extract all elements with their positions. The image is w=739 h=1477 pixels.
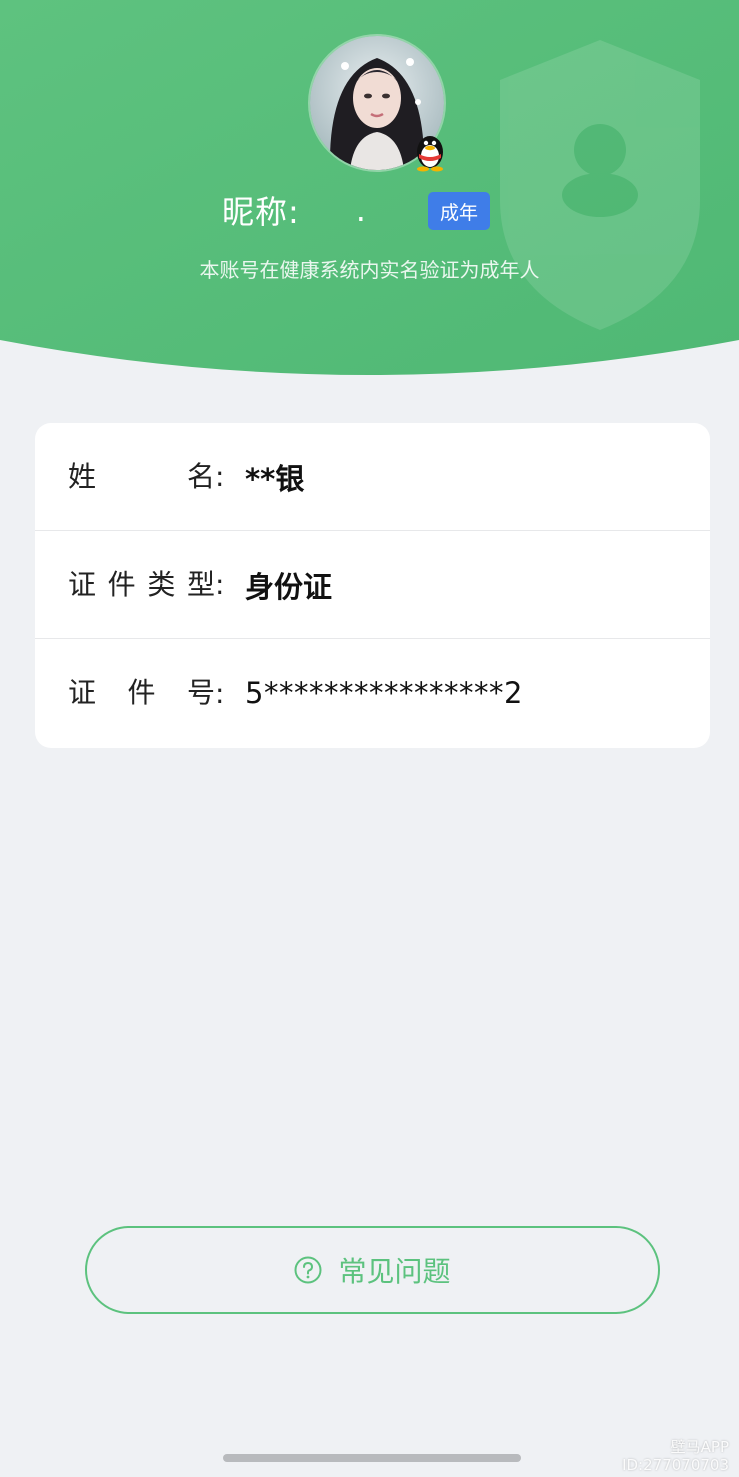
identity-card: 姓名 : **银 证件类型 : 身份证 证件号 : 5*************… <box>35 423 710 748</box>
name-value: **银 <box>245 461 305 496</box>
nickname: 昵称: . <box>222 186 386 234</box>
id-number-row: 证件号 : 5****************2 <box>35 639 710 747</box>
age-status-badge: 成年 <box>428 192 490 230</box>
watermark-id: ID:277070703 <box>622 1456 729 1474</box>
nickname-label: 昵称: <box>222 193 300 231</box>
id-type-value: 身份证 <box>245 569 333 604</box>
name-colon: : <box>215 460 225 493</box>
name-row: 姓名 : **银 <box>35 423 710 531</box>
id-type-row: 证件类型 : 身份证 <box>35 531 710 639</box>
nickname-value: . <box>355 191 367 229</box>
home-indicator[interactable] <box>223 1454 521 1462</box>
id-number-colon: : <box>215 676 225 710</box>
profile-header: 昵称: . 成年 本账号在健康系统内实名验证为成年人 <box>0 0 739 380</box>
verification-note: 本账号在健康系统内实名验证为成年人 <box>199 258 540 282</box>
question-circle-icon <box>294 1256 322 1284</box>
watermark: 壁马APP ID:277070703 <box>622 1438 729 1474</box>
id-type-colon: : <box>215 568 225 601</box>
id-type-label: 证件类型 <box>68 567 215 601</box>
faq-label: 常见问题 <box>338 1255 451 1288</box>
name-label: 姓名 <box>68 459 215 493</box>
id-number-label: 证件号 <box>68 676 215 709</box>
qq-penguin-icon <box>412 128 448 172</box>
id-number-value: 5****************2 <box>245 676 523 710</box>
faq-button[interactable]: 常见问题 <box>85 1226 660 1314</box>
watermark-brand: 壁马APP <box>670 1438 729 1456</box>
